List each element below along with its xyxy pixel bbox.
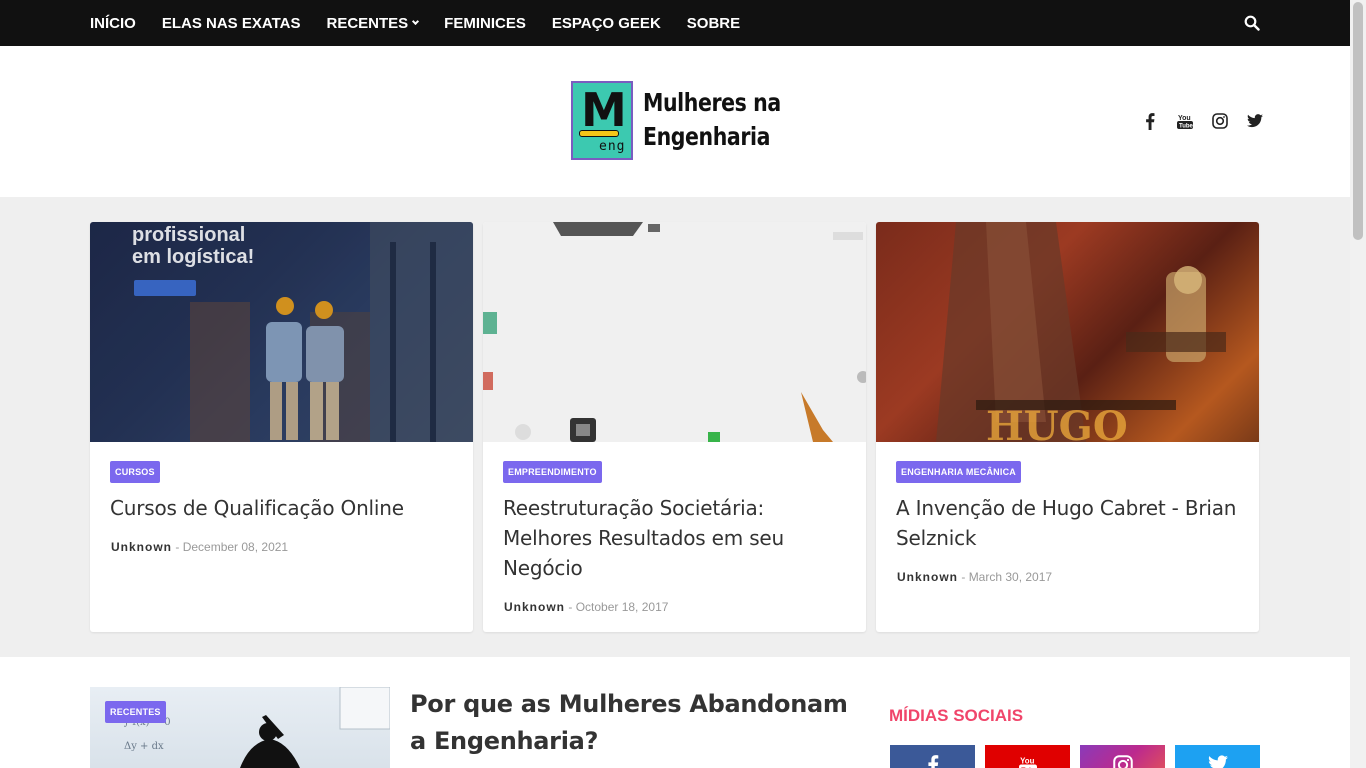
page-scrollbar[interactable] — [1350, 0, 1366, 768]
nav-item-sobre[interactable]: SOBRE — [687, 15, 740, 32]
youtube-button[interactable]: YouTube — [985, 745, 1070, 768]
meta-separator: - — [175, 540, 183, 554]
nav-item-label: SOBRE — [686, 14, 741, 32]
logo-mark-letter: M — [581, 82, 627, 137]
nav-item-label: ESPAÇO GEEK — [551, 14, 661, 32]
facebook-icon[interactable] — [1140, 112, 1160, 130]
recent-post-thumbnail[interactable]: ∫ f(x) = 0 Δy + dx RECENTES — [90, 687, 390, 768]
svg-text:Tube: Tube — [1179, 123, 1193, 129]
category-badge[interactable]: RECENTES — [105, 701, 166, 723]
site-header: M eng Mulheres na Engenharia You Tube — [0, 46, 1350, 197]
featured-posts: profissional em logística! CURSOS Cursos… — [0, 197, 1350, 657]
youtube-icon[interactable]: You Tube — [1175, 112, 1195, 130]
post-date: December 08, 2021 — [182, 540, 289, 554]
nav-item-recentes[interactable]: RECENTES — [326, 14, 420, 32]
thumbnail-text: em logística! — [132, 246, 255, 268]
post-title[interactable]: Reestruturação Societária: Melhores Resu… — [503, 493, 853, 583]
thumbnail-text: profissional — [132, 224, 246, 246]
category-badge[interactable]: EMPREENDIMENTO — [503, 461, 602, 483]
featured-card[interactable]: HUGO ENGENHARIA MECÂNICA A Invenção de H… — [876, 222, 1259, 632]
twitter-icon[interactable] — [1245, 112, 1265, 130]
category-badge[interactable]: CURSOS — [110, 461, 160, 483]
nav-item-espaco-geek[interactable]: ESPAÇO GEEK — [552, 15, 661, 32]
logo-line-1: Mulheres na — [643, 88, 781, 117]
meta-separator: - — [961, 570, 969, 584]
search-icon[interactable] — [1244, 15, 1260, 31]
featured-card[interactable]: EMPREENDIMENTO Reestruturação Societária… — [483, 222, 866, 632]
nav-item-label: INÍCIO — [90, 14, 136, 32]
meta-separator: - — [568, 600, 576, 614]
recent-post-title[interactable]: Por que as Mulheres Abandonam a Engenhar… — [410, 686, 860, 760]
top-navigation: INÍCIO ELAS NAS EXATAS RECENTES FEMINICE… — [0, 0, 1350, 46]
logo-mark-sub: eng — [599, 138, 626, 154]
svg-text:Δy + dx: Δy + dx — [124, 741, 164, 752]
category-badge[interactable]: ENGENHARIA MECÂNICA — [896, 461, 1021, 483]
nav-menu: INÍCIO ELAS NAS EXATAS RECENTES FEMINICE… — [90, 0, 766, 46]
post-author[interactable]: Unknown — [504, 600, 565, 614]
twitter-button[interactable] — [1175, 745, 1260, 768]
post-title[interactable]: Cursos de Qualificação Online — [110, 493, 460, 523]
scrollbar-thumb[interactable] — [1353, 2, 1363, 240]
post-thumbnail[interactable]: HUGO — [876, 222, 1259, 442]
logo-mark: M eng — [571, 80, 633, 160]
facebook-icon — [927, 755, 939, 768]
widget-title: MÍDIAS SOCIAIS — [889, 706, 1024, 725]
post-meta: Unknown - December 08, 2021 — [111, 540, 288, 554]
post-date: October 18, 2017 — [575, 600, 669, 614]
facebook-button[interactable] — [890, 745, 975, 768]
post-date: March 30, 2017 — [968, 570, 1053, 584]
logo-text: Mulheres na Engenharia — [643, 86, 781, 154]
twitter-icon — [1208, 755, 1228, 768]
post-thumbnail[interactable] — [483, 222, 866, 442]
nav-item-label: RECENTES — [326, 14, 409, 32]
nav-item-label: ELAS NAS EXATAS — [161, 14, 301, 32]
nav-item-label: FEMINICES — [444, 14, 526, 32]
instagram-button[interactable] — [1080, 745, 1165, 768]
featured-card[interactable]: profissional em logística! CURSOS Cursos… — [90, 222, 473, 632]
post-thumbnail[interactable]: profissional em logística! — [90, 222, 473, 442]
logo-line-2: Engenharia — [643, 122, 771, 151]
instagram-icon[interactable] — [1210, 112, 1230, 130]
svg-text:You: You — [1178, 115, 1191, 122]
post-meta: Unknown - March 30, 2017 — [897, 570, 1052, 584]
post-author[interactable]: Unknown — [897, 570, 958, 584]
header-social-links: You Tube — [1140, 112, 1280, 130]
site-logo[interactable]: M eng Mulheres na Engenharia — [571, 80, 811, 160]
social-buttons: YouTube — [890, 745, 1270, 768]
post-meta: Unknown - October 18, 2017 — [504, 600, 668, 614]
svg-text:HUGO: HUGO — [986, 403, 1128, 442]
svg-text:You: You — [1020, 756, 1034, 765]
nav-item-feminices[interactable]: FEMINICES — [444, 15, 526, 32]
post-title[interactable]: A Invenção de Hugo Cabret - Brian Selzni… — [896, 493, 1246, 553]
instagram-icon — [1112, 755, 1133, 768]
nav-item-elas-nas-exatas[interactable]: ELAS NAS EXATAS — [162, 15, 301, 32]
post-author[interactable]: Unknown — [111, 540, 172, 554]
nav-item-inicio[interactable]: INÍCIO — [90, 15, 136, 32]
youtube-icon: YouTube — [1018, 755, 1037, 768]
wrench-icon — [579, 129, 619, 137]
chevron-down-icon — [412, 17, 420, 25]
